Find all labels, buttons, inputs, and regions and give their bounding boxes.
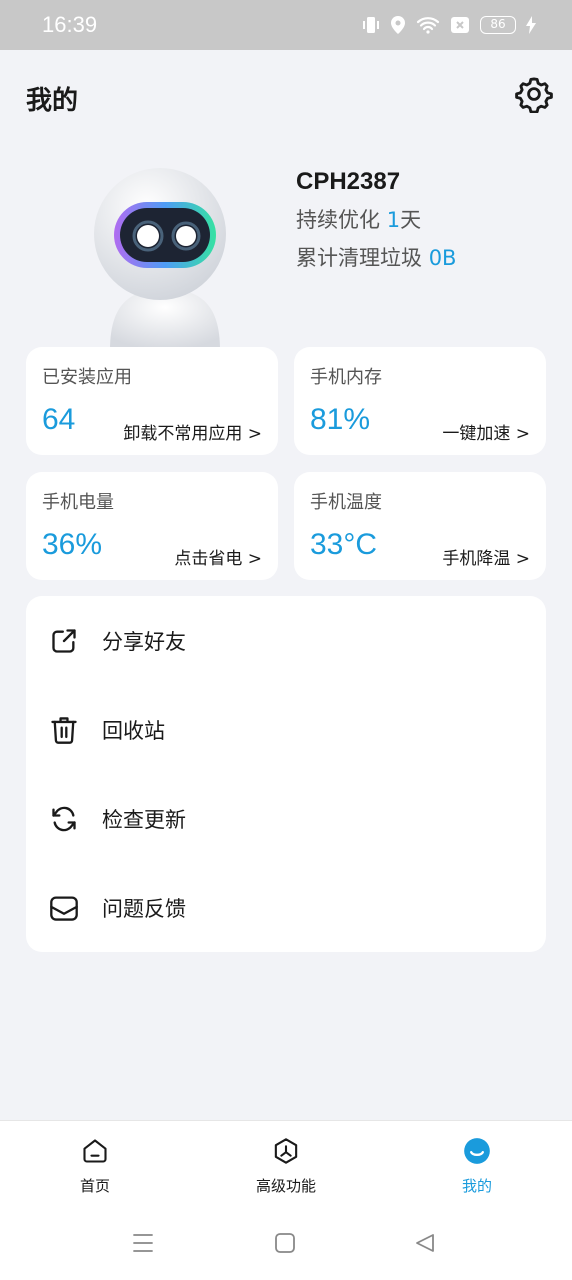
wifi-icon [416,16,440,34]
card-value: 36% [42,528,103,561]
menu-nav-button[interactable] [128,1230,158,1260]
square-icon [274,1232,296,1258]
status-bar: 16:39 86 [0,0,572,50]
card-title: 手机内存 [310,367,382,388]
share-icon [48,625,80,657]
back-nav-button[interactable] [410,1230,440,1260]
battery-icon: 86 [480,16,516,34]
page-title: 我的 [26,86,79,116]
menu-item-check-update[interactable]: 检查更新 [26,774,546,863]
bottom-tab-bar: 首页 高级功能 我的 [0,1120,572,1210]
optimize-prefix: 持续优化 [296,208,387,232]
sim-off-icon [450,16,470,34]
back-triangle-icon [414,1232,436,1258]
tab-profile[interactable]: 我的 [382,1121,572,1211]
card-title: 手机温度 [310,492,382,513]
card-value: 81% [310,403,371,436]
uninstall-apps-link[interactable]: 卸载不常用应用 > [123,419,262,444]
menu-item-recycle-bin[interactable]: 回收站 [26,685,546,774]
menu-item-label: 问题反馈 [102,896,186,921]
menu-item-label: 回收站 [102,718,165,743]
hamburger-icon [131,1232,155,1258]
card-title: 已安装应用 [42,367,132,388]
card-value: 64 [42,403,76,436]
optimize-days-text: 持续优化 1天 [296,204,421,234]
charging-icon [526,16,536,34]
optimize-days-value: 1 [386,208,401,232]
menu-list: 分享好友 回收站 检查更新 问题反馈 [26,596,546,952]
card-title: 手机电量 [42,492,114,513]
settings-button[interactable] [512,74,556,118]
header: 我的 [0,50,572,145]
menu-item-label: 检查更新 [102,807,186,832]
cool-down-link[interactable]: 手机降温 > [442,544,530,569]
gear-icon [515,75,553,117]
optimize-suffix: 天 [400,208,422,232]
advanced-icon [272,1137,300,1169]
card-temperature[interactable]: 手机温度 33°C 手机降温 > [294,472,546,580]
tab-label: 首页 [79,1176,110,1195]
tab-home[interactable]: 首页 [0,1121,190,1211]
card-installed-apps[interactable]: 已安装应用 64 卸载不常用应用 > [26,347,278,455]
home-nav-button[interactable] [270,1230,300,1260]
status-icons: 86 [362,15,536,35]
cleaned-amount-value: 0B [428,246,457,270]
cleaned-junk-text: 累计清理垃圾 0B [296,242,456,272]
menu-item-feedback[interactable]: 问题反馈 [26,863,546,952]
tab-label: 高级功能 [255,1176,316,1195]
vibrate-icon [362,15,380,35]
menu-item-share[interactable]: 分享好友 [26,596,546,685]
home-icon [81,1137,109,1169]
refresh-icon [48,803,80,835]
cleaned-prefix: 累计清理垃圾 [296,246,429,270]
feedback-icon [48,892,80,924]
menu-item-label: 分享好友 [102,629,186,654]
tab-label: 我的 [461,1176,492,1195]
tab-advanced[interactable]: 高级功能 [191,1121,381,1211]
device-name: CPH2387 [296,168,401,195]
card-memory[interactable]: 手机内存 81% 一键加速 > [294,347,546,455]
status-time: 16:39 [42,12,98,37]
profile-face-icon [463,1137,491,1169]
system-nav-bar [0,1210,572,1280]
location-icon [390,15,406,35]
robot-mascot-image [90,164,240,350]
power-save-link[interactable]: 点击省电 > [174,544,262,569]
card-value: 33°C [310,528,378,561]
boost-link[interactable]: 一键加速 > [442,419,530,444]
trash-icon [48,714,80,746]
card-battery[interactable]: 手机电量 36% 点击省电 > [26,472,278,580]
profile-section: CPH2387 持续优化 1天 累计清理垃圾 0B [0,150,572,350]
